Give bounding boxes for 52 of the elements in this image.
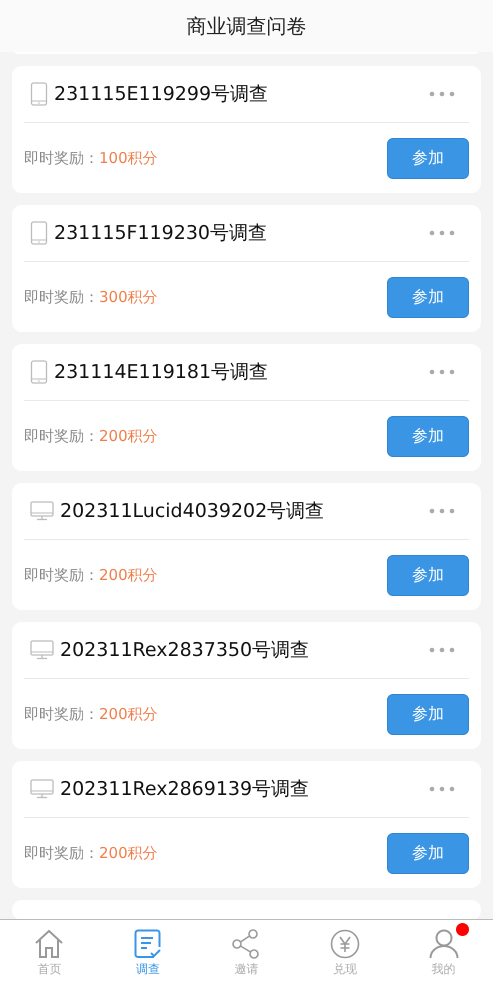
- survey-title: 231115F119230号调查: [54, 221, 268, 246]
- join-button[interactable]: 参加: [387, 276, 469, 318]
- join-button[interactable]: 参加: [387, 554, 469, 596]
- more-icon[interactable]: [429, 91, 455, 97]
- reward-label: 即时奖励：: [24, 288, 99, 306]
- join-button[interactable]: 参加: [387, 694, 469, 734]
- reward-points: 200积分: [99, 566, 159, 584]
- monitor-icon: [30, 779, 54, 799]
- nav-tab[interactable]: 首页: [0, 920, 99, 1000]
- reward-label: 即时奖励：: [24, 704, 99, 724]
- nav-label: 兑现: [333, 961, 358, 978]
- nav-tab[interactable]: 兑现: [296, 920, 394, 1000]
- nav-tab[interactable]: 我的: [394, 920, 493, 1000]
- more-icon[interactable]: [429, 369, 455, 375]
- survey-title: 231115E119299号调查: [54, 82, 270, 107]
- share-icon: [231, 929, 262, 959]
- monitor-icon: [30, 640, 54, 660]
- nav-tab[interactable]: 邀请: [197, 920, 296, 1000]
- join-button[interactable]: 参加: [387, 416, 469, 456]
- more-icon[interactable]: [429, 647, 455, 653]
- join-button[interactable]: 参加: [387, 138, 469, 178]
- nav-label: 调查: [136, 961, 160, 978]
- reward-points: 200积分: [99, 844, 159, 862]
- nav-label: 首页: [37, 961, 62, 978]
- nav-label: 邀请: [234, 961, 258, 978]
- page-title: 商业调查问卷: [186, 12, 306, 40]
- more-icon[interactable]: [429, 786, 455, 792]
- reward-points: 200积分: [99, 426, 159, 446]
- phone-icon: [30, 360, 48, 384]
- survey-title: 202311Rex2869139号调查: [60, 777, 310, 802]
- reward-label: 即时奖励：: [24, 148, 99, 168]
- nav-tab[interactable]: 调查: [98, 920, 198, 1000]
- phone-icon: [30, 82, 48, 106]
- survey-title: 231114E119181号调查: [54, 360, 270, 385]
- phone-icon: [30, 221, 48, 245]
- survey-title: 202311Lucid4039202号调查: [60, 499, 326, 524]
- reward-label: 即时奖励：: [24, 426, 99, 446]
- more-icon[interactable]: [429, 508, 455, 514]
- reward-label: 即时奖励：: [24, 844, 99, 862]
- user-icon: [428, 929, 459, 959]
- nav-label: 我的: [432, 961, 456, 978]
- reward-points: 100积分: [99, 148, 159, 168]
- home-icon: [34, 929, 64, 959]
- yen-icon: [330, 929, 360, 959]
- more-icon[interactable]: [429, 230, 455, 236]
- reward-points: 200积分: [99, 704, 159, 724]
- join-button[interactable]: 参加: [387, 832, 469, 874]
- reward-label: 即时奖励：: [24, 566, 99, 584]
- checklist-icon: [134, 929, 162, 959]
- survey-title: 202311Rex2837350号调查: [60, 638, 310, 663]
- reward-points: 300积分: [99, 288, 159, 306]
- monitor-icon: [30, 501, 54, 521]
